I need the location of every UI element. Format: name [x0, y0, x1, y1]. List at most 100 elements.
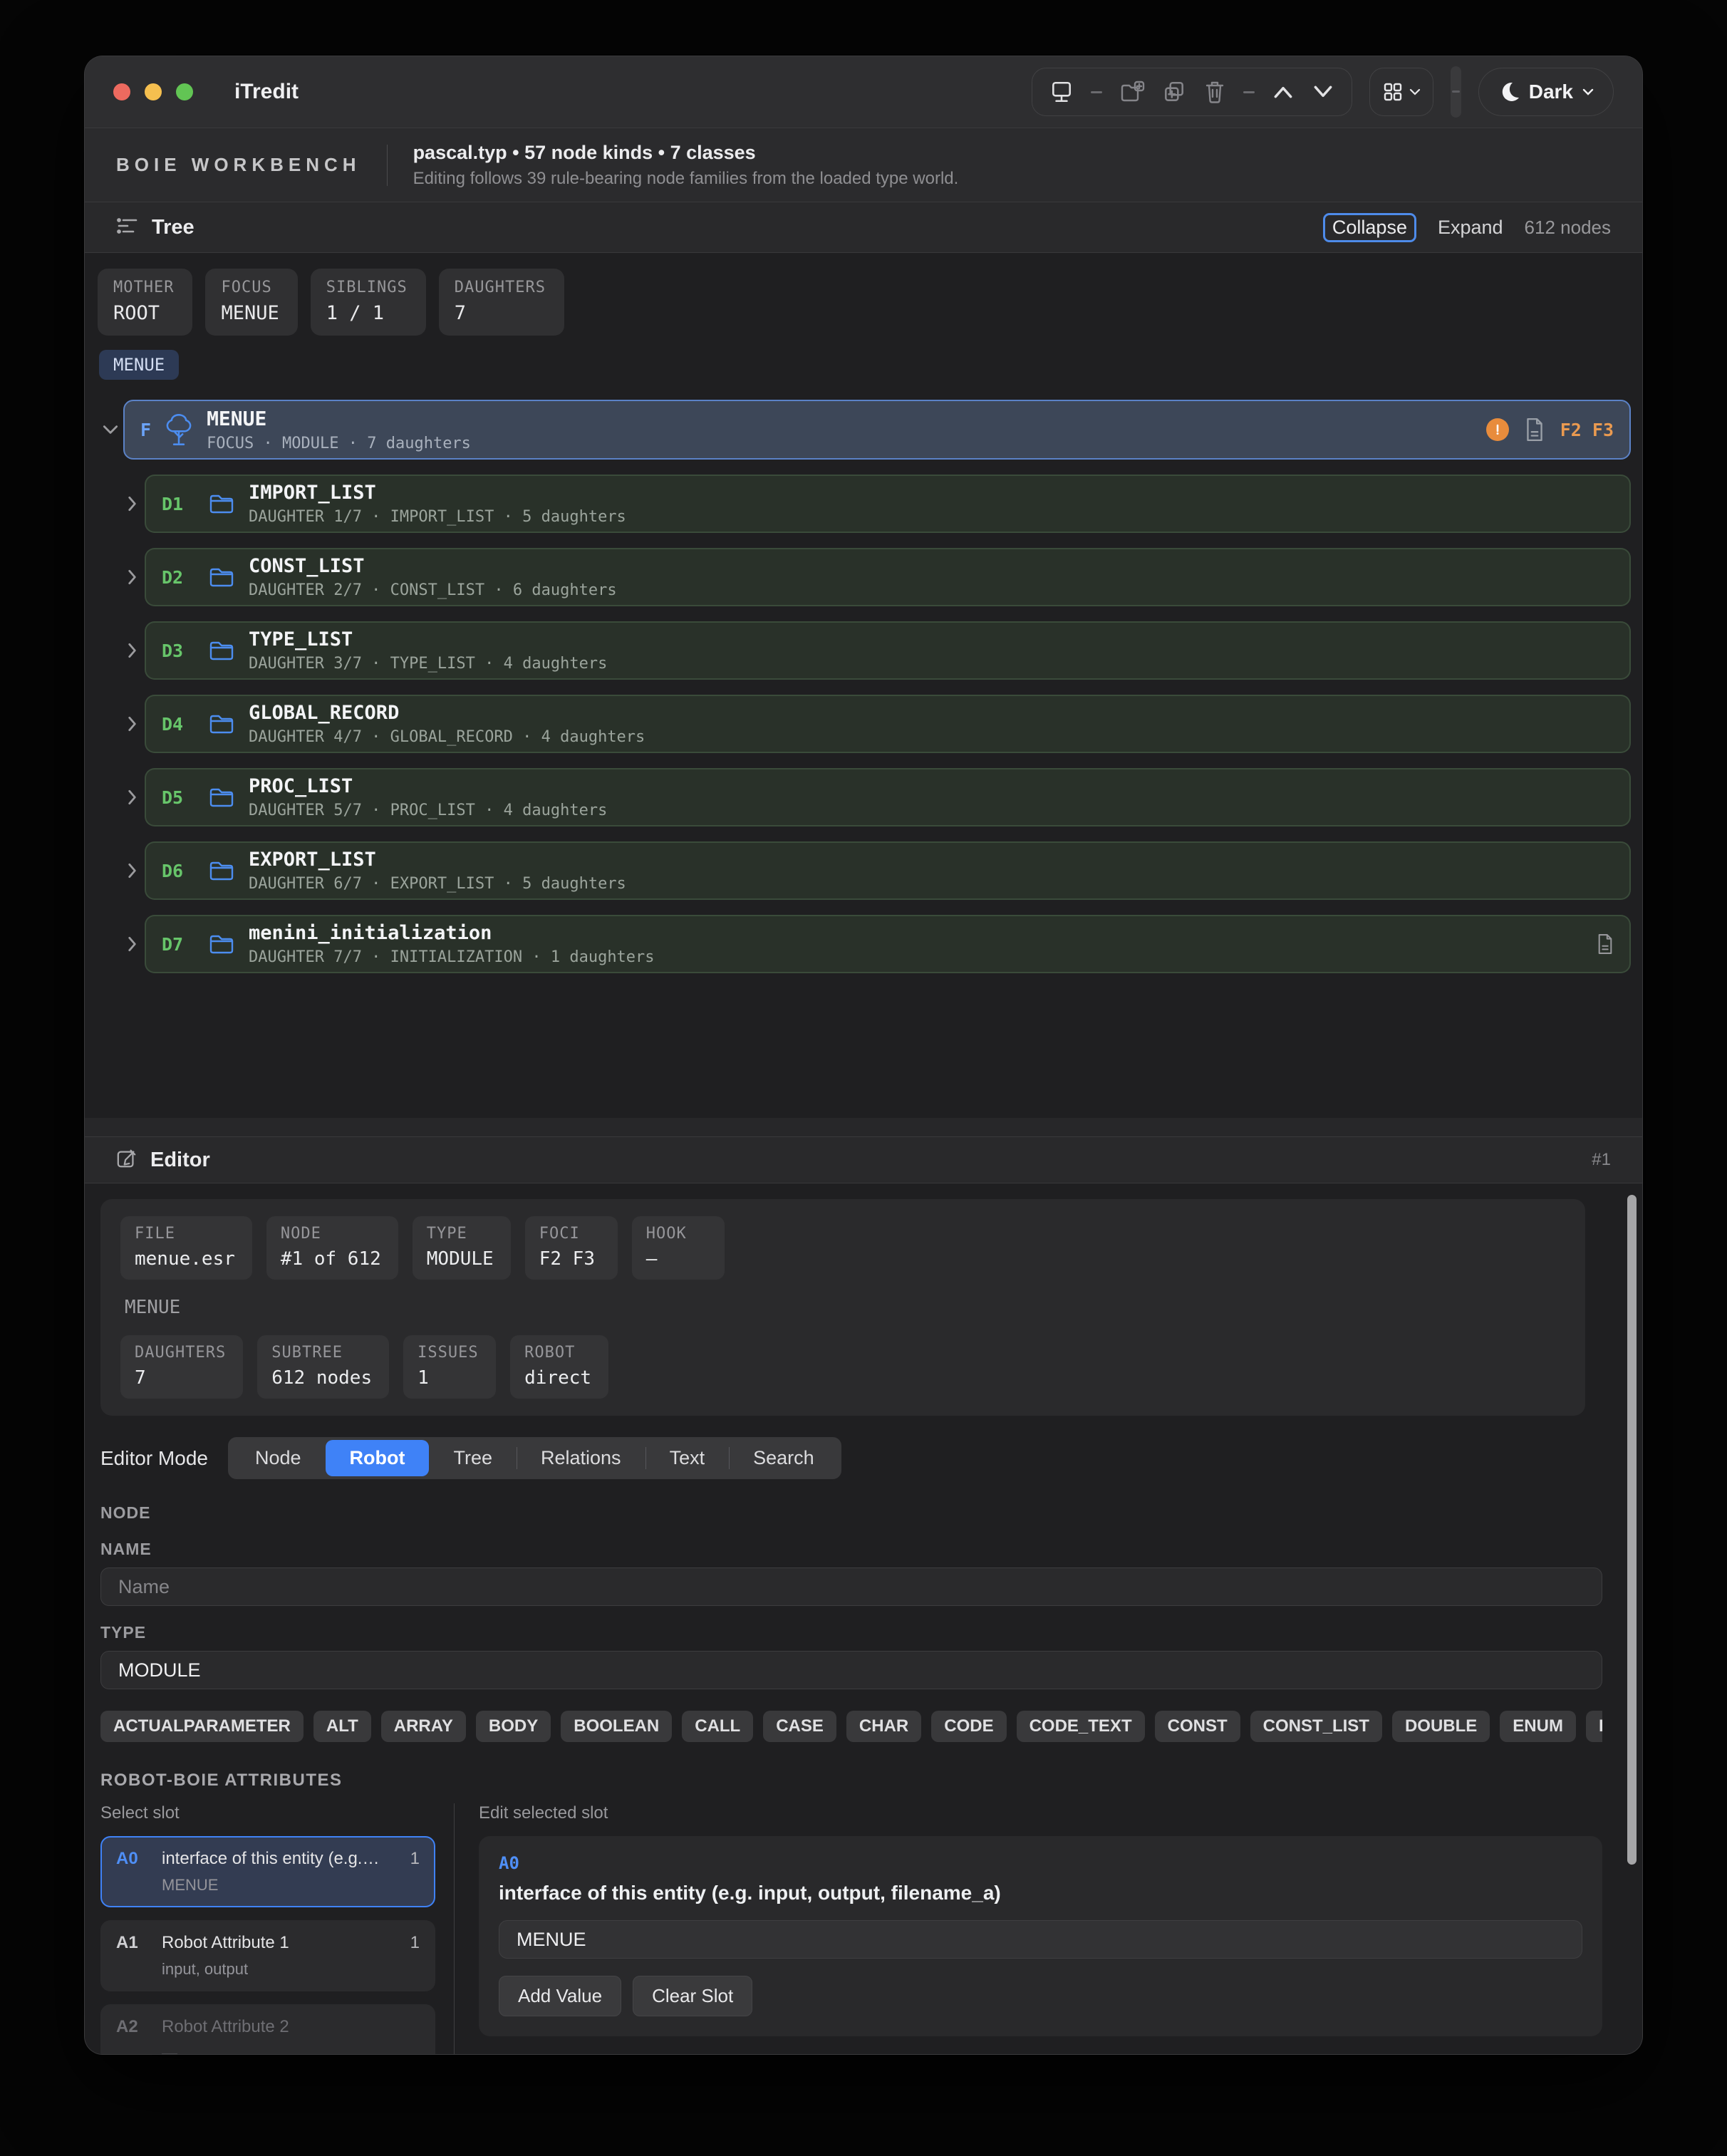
folder-icon [209, 933, 234, 955]
duplicate-icon[interactable] [1162, 80, 1186, 104]
type-chip[interactable]: ALT [313, 1711, 371, 1742]
theme-toggle[interactable]: Dark [1478, 68, 1614, 116]
chevron-down-icon[interactable] [1312, 83, 1334, 100]
add-value-button[interactable]: Add Value [499, 1976, 621, 2016]
node-summary-card: FILE menue.esr NODE #1 of 612 TYPE MODUL… [100, 1199, 1585, 1416]
type-chip[interactable]: CODE_TEXT [1017, 1711, 1145, 1742]
type-chip[interactable]: ARRAY [381, 1711, 466, 1742]
chevron-right-icon[interactable] [119, 841, 145, 900]
folder-icon [209, 713, 234, 735]
close-window-button[interactable] [113, 83, 130, 100]
edit-pencil-icon [116, 1148, 138, 1173]
daughter-node-card[interactable]: D4 GLOBAL_RECORD DAUGHTER 4/7 · GLOBAL_R… [145, 695, 1631, 753]
chevron-right-icon[interactable] [119, 621, 145, 680]
file-summary: pascal.typ • 57 node kinds • 7 classes [413, 142, 959, 164]
type-chip[interactable]: BOOLEAN [561, 1711, 672, 1742]
folder-icon [209, 860, 234, 881]
editor-panel-title: Editor [150, 1149, 210, 1172]
theme-label: Dark [1529, 81, 1573, 103]
tree-panel-header: Tree Collapse Expand 612 nodes [85, 202, 1642, 253]
type-chip[interactable]: ENUM [1500, 1711, 1576, 1742]
tab-robot[interactable]: Robot [326, 1440, 430, 1476]
chevron-up-icon[interactable] [1272, 83, 1295, 100]
editor-mode-row: Editor Mode Node Robot Tree Relations Te… [100, 1437, 1602, 1479]
type-chip[interactable]: CALL [682, 1711, 753, 1742]
header-divider [387, 145, 388, 186]
chevron-right-icon[interactable] [119, 475, 145, 533]
trash-icon[interactable] [1203, 80, 1226, 104]
type-chip[interactable]: CASE [763, 1711, 836, 1742]
summary-hook: HOOK — [632, 1216, 725, 1280]
chevron-right-icon[interactable] [119, 548, 145, 606]
type-field-label: TYPE [100, 1623, 1602, 1642]
folder-icon [209, 493, 234, 514]
slot-a2[interactable]: A2 Robot Attribute 2 — [100, 2004, 435, 2054]
type-chip[interactable]: EXPORT_LIST [1586, 1711, 1602, 1742]
type-chip[interactable]: CHAR [846, 1711, 921, 1742]
chevron-right-icon[interactable] [119, 768, 145, 826]
daughter-node-card[interactable]: D2 CONST_LIST DAUGHTER 2/7 · CONST_LIST … [145, 548, 1631, 606]
tab-tree[interactable]: Tree [429, 1440, 517, 1476]
focus-node-card[interactable]: F MENUE FOCUS · MODULE · 7 daughters F2 … [123, 400, 1631, 460]
summary-subtree: SUBTREE 612 nodes [257, 1335, 389, 1399]
type-chips-row: ACTUALPARAMETER ALT ARRAY BODY BOOLEAN C… [100, 1711, 1602, 1742]
type-chip[interactable]: DOUBLE [1392, 1711, 1490, 1742]
minimize-window-button[interactable] [145, 83, 162, 100]
type-chip[interactable]: CONST [1155, 1711, 1240, 1742]
tab-relations[interactable]: Relations [517, 1440, 645, 1476]
folder-icon [209, 566, 234, 588]
clear-slot-button[interactable]: Clear Slot [633, 1976, 752, 2016]
slot-a0[interactable]: A0 interface of this entity (e.g.… MENUE… [100, 1836, 435, 1907]
type-input[interactable] [100, 1651, 1602, 1689]
folder-icon [209, 787, 234, 808]
type-chip[interactable]: CONST_LIST [1250, 1711, 1382, 1742]
chevron-right-icon[interactable] [119, 915, 145, 973]
daughter-node-card[interactable]: D3 TYPE_LIST DAUGHTER 3/7 · TYPE_LIST · … [145, 621, 1631, 680]
collapse-button[interactable]: Collapse [1323, 213, 1416, 242]
document-icon [1525, 418, 1545, 442]
editor-scrollbar-thumb[interactable] [1627, 1195, 1637, 1865]
edit-slot-code: A0 [499, 1853, 1582, 1873]
name-field-label: NAME [100, 1540, 1602, 1559]
name-input[interactable] [100, 1567, 1602, 1606]
stat-focus: FOCUS MENUE [205, 269, 297, 336]
workbench-header: BOIE WORKBENCH pascal.typ • 57 node kind… [85, 128, 1642, 202]
slot-value-input[interactable] [499, 1920, 1582, 1959]
moon-icon [1498, 81, 1520, 103]
slot-a1[interactable]: A1 Robot Attribute 1 input, output 1 [100, 1920, 435, 1991]
editor-panel-header: Editor #1 [85, 1136, 1642, 1183]
focus-node-subtitle: FOCUS · MODULE · 7 daughters [207, 435, 471, 452]
tab-search[interactable]: Search [729, 1440, 839, 1476]
expand-button[interactable]: Expand [1438, 217, 1503, 239]
toolbar-separator [1243, 91, 1255, 93]
editor-index: #1 [1592, 1150, 1611, 1170]
type-chip[interactable]: CODE [931, 1711, 1006, 1742]
daughter-node-card[interactable]: D1 IMPORT_LIST DAUGHTER 1/7 · IMPORT_LIS… [145, 475, 1631, 533]
layout-picker-button[interactable] [1369, 68, 1433, 116]
slot-list-column: Select slot A0 interface of this entity … [100, 1803, 435, 2054]
chevron-down-icon[interactable] [98, 400, 123, 460]
document-icon [1597, 933, 1614, 955]
edit-slot-title: interface of this entity (e.g. input, ou… [499, 1882, 1582, 1904]
chevron-right-icon[interactable] [119, 695, 145, 753]
type-chip[interactable]: ACTUALPARAMETER [100, 1711, 304, 1742]
tab-text[interactable]: Text [645, 1440, 730, 1476]
zoom-window-button[interactable] [176, 83, 193, 100]
new-folder-icon[interactable] [1119, 81, 1145, 103]
daughter-node-card[interactable]: D6 EXPORT_LIST DAUGHTER 6/7 · EXPORT_LIS… [145, 841, 1631, 900]
folder-icon [209, 640, 234, 661]
stat-daughters: DAUGHTERS 7 [439, 269, 564, 336]
daughter-node-card[interactable]: D5 PROC_LIST DAUGHTER 5/7 · PROC_LIST · … [145, 768, 1631, 826]
toolbar-separator [1091, 91, 1102, 93]
type-chip[interactable]: BODY [476, 1711, 551, 1742]
vertical-slider-handle[interactable] [1451, 66, 1461, 118]
workbench-brand: BOIE WORKBENCH [116, 154, 361, 176]
stat-siblings: SIBLINGS 1 / 1 [311, 269, 426, 336]
daughter-node-card[interactable]: D7 menini_initialization DAUGHTER 7/7 · … [145, 915, 1631, 973]
stat-mother: MOTHER ROOT [98, 269, 192, 336]
display-icon[interactable] [1049, 80, 1074, 104]
tab-node[interactable]: Node [231, 1440, 326, 1476]
panel-gap [85, 1118, 1642, 1136]
breadcrumb[interactable]: MENUE [99, 350, 179, 380]
tree-panel-title: Tree [152, 216, 195, 239]
